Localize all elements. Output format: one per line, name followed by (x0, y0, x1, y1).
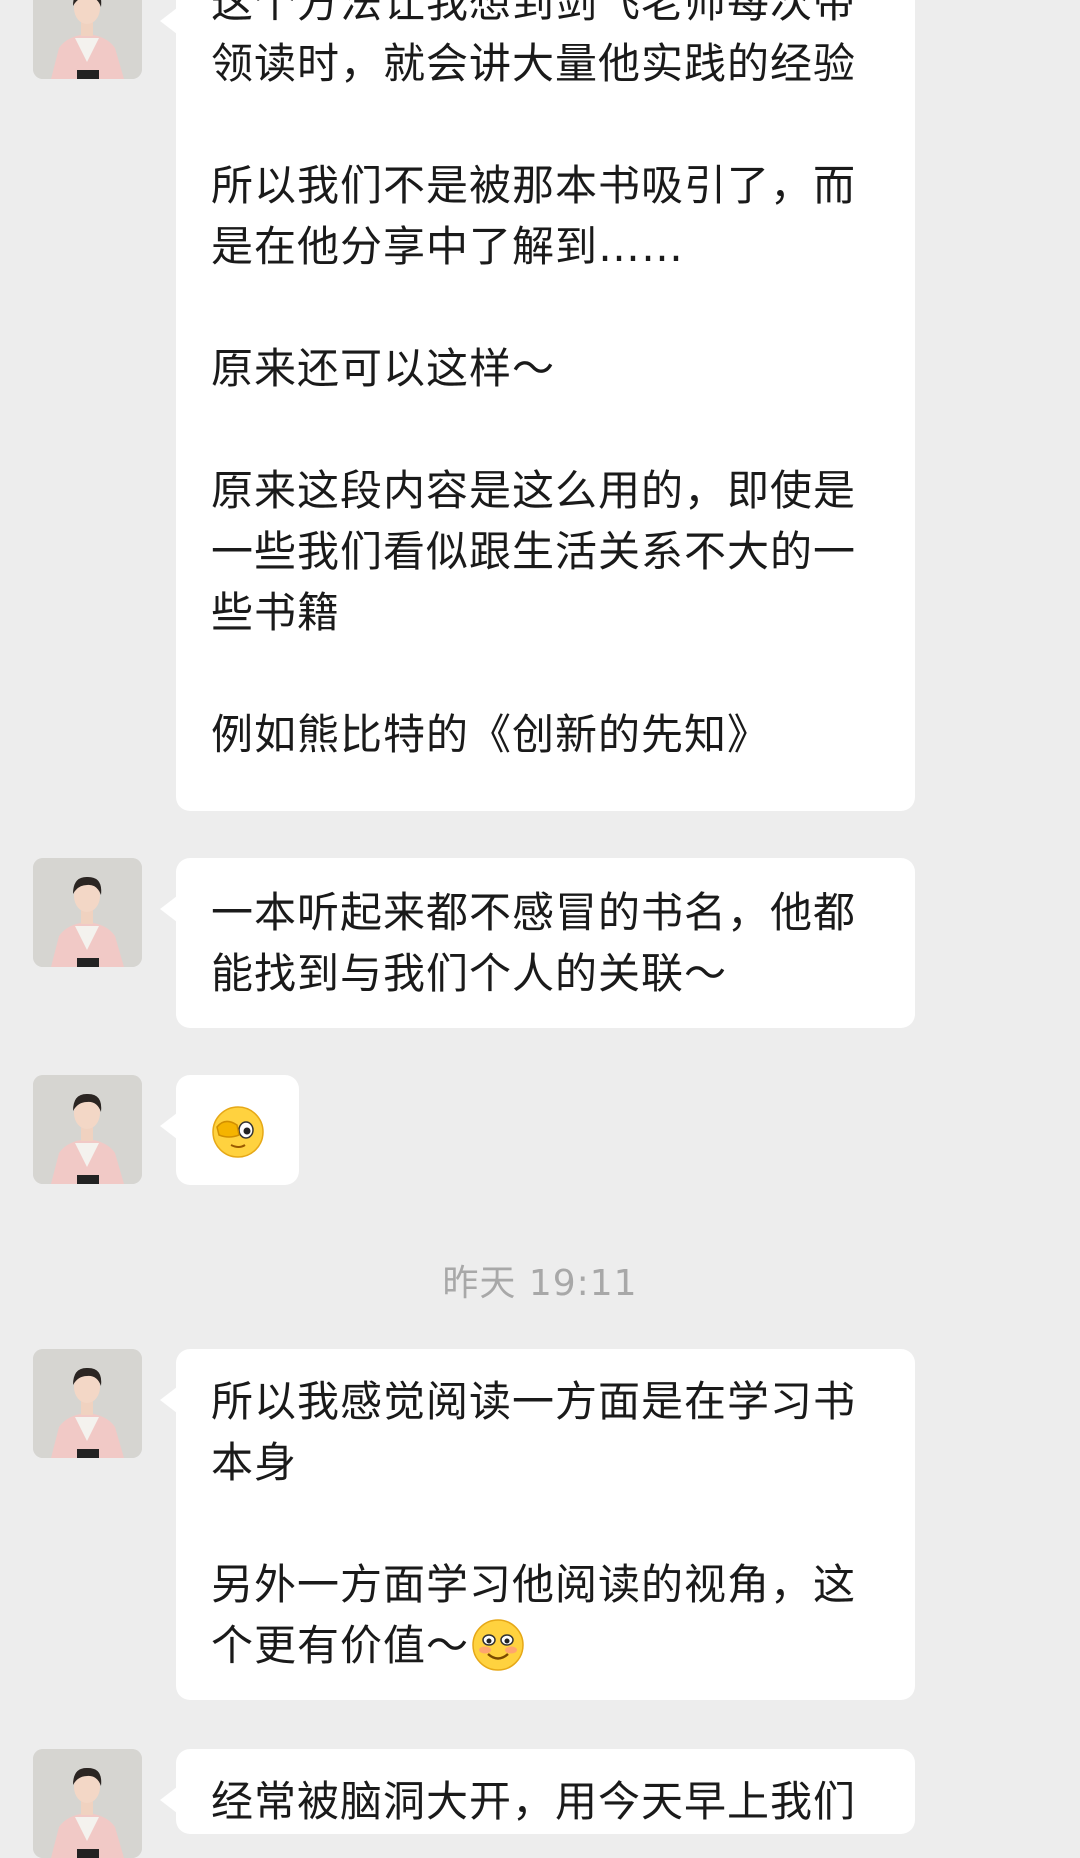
avatar[interactable] (33, 858, 142, 967)
message-text: 个更有价值～ (211, 1621, 470, 1670)
message-text: 所以我们不是被那本书吸引了，而 (211, 161, 857, 210)
avatar[interactable] (33, 1075, 142, 1184)
message-text: 例如熊比特的《创新的先知》 (211, 710, 771, 759)
chat-timestamp: 昨天 19:11 (442, 1263, 638, 1304)
facepalm-peek-emoji-icon (211, 1105, 265, 1159)
message-bubble[interactable]: 所以我感觉阅读一方面是在学习书 本身 另外一方面学习他阅读的视角，这 个更有价值… (160, 1349, 915, 1700)
message-text: 一本听起来都不感冒的书名，他都 (211, 888, 857, 937)
avatar[interactable] (33, 0, 142, 79)
message-text: 能找到与我们个人的关联～ (211, 949, 728, 998)
message-bubble[interactable]: 这个方法让我想到剑飞老师每次带 领读时，就会讲大量他实践的经验 所以我们不是被那… (160, 0, 915, 811)
avatar-image (33, 858, 142, 967)
avatar[interactable] (33, 1749, 142, 1858)
message-text: 是在他分享中了解到…… (211, 222, 685, 271)
message-text: 领读时，就会讲大量他实践的经验 (211, 39, 857, 88)
message-text: 经常被脑洞大开，用今天早上我们 (211, 1777, 857, 1826)
avatar-image (33, 1749, 142, 1858)
message-text: 所以我感觉阅读一方面是在学习书 (211, 1377, 857, 1426)
message-text: 些书籍 (211, 588, 341, 637)
message-text: 一些我们看似跟生活关系不大的一 (211, 527, 857, 576)
avatar[interactable] (33, 1349, 142, 1458)
message-text: 原来这段内容是这么用的，即使是 (211, 466, 857, 515)
message-text-with-emoji: 个更有价值～ (211, 1615, 856, 1676)
message-text: 原来还可以这样～ (211, 344, 556, 393)
message-text: 这个方法让我想到剑飞老师每次带 (211, 0, 857, 27)
avatar-image (33, 1349, 142, 1458)
message-bubble[interactable] (160, 1075, 299, 1185)
message-text: 另外一方面学习他阅读的视角，这 (211, 1560, 857, 1609)
message-bubble[interactable]: 一本听起来都不感冒的书名，他都 能找到与我们个人的关联～ (160, 858, 915, 1028)
chat-message-list[interactable]: 这个方法让我想到剑飞老师每次带 领读时，就会讲大量他实践的经验 所以我们不是被那… (0, 0, 1080, 1858)
blushing-smile-emoji-icon (471, 1618, 525, 1672)
message-text: 本身 (211, 1438, 298, 1487)
avatar-image (33, 1075, 142, 1184)
avatar-image (33, 0, 142, 79)
message-bubble[interactable]: 经常被脑洞大开，用今天早上我们 (160, 1749, 915, 1834)
